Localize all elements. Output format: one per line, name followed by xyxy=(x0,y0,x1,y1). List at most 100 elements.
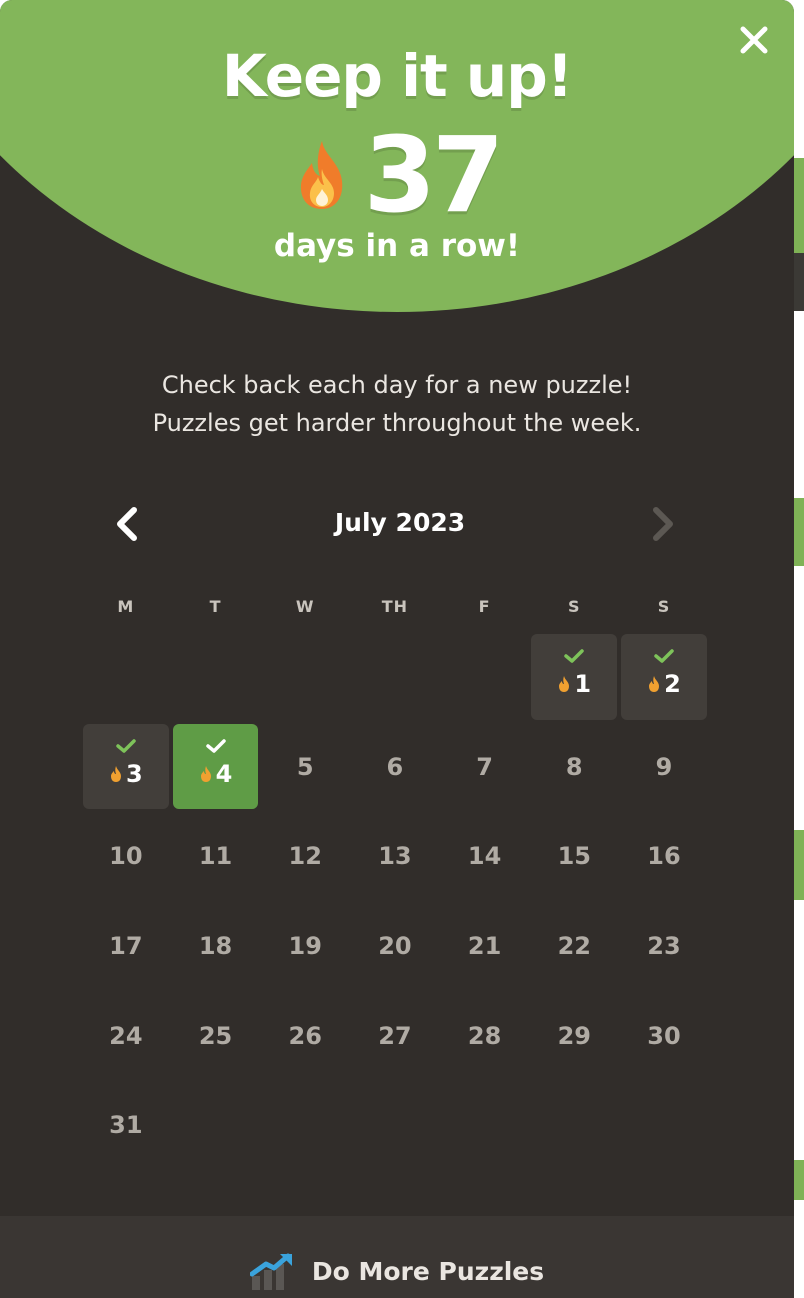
day-cell-completed[interactable]: 3 xyxy=(81,722,171,812)
day-content: 4 xyxy=(199,759,233,788)
streak-counter: 37 xyxy=(0,120,794,230)
day-number: 30 xyxy=(647,1021,681,1050)
day-number: 3 xyxy=(125,759,143,788)
day-cell: 21 xyxy=(440,901,530,991)
check-icon xyxy=(654,649,674,663)
check-icon xyxy=(564,649,585,663)
day-number: 25 xyxy=(198,1021,233,1050)
day-cell-today[interactable]: 4 xyxy=(171,722,261,812)
day-number: 19 xyxy=(288,931,322,960)
day-cell: 14 xyxy=(440,811,530,901)
day-number: 7 xyxy=(476,752,493,781)
day-cell: 12 xyxy=(260,811,350,901)
trending-chart-icon xyxy=(249,1253,292,1290)
day-number: 10 xyxy=(109,842,143,871)
day-cell: 9 xyxy=(619,722,709,812)
day-number: 11 xyxy=(198,842,233,871)
day-cell: 20 xyxy=(350,901,440,991)
calendar-week: 17 18 19 20 21 22 23 xyxy=(81,901,709,991)
day-number: 2 xyxy=(664,669,681,698)
day-cell: 26 xyxy=(260,991,350,1081)
day-cell: 16 xyxy=(619,811,709,901)
day-cell: 17 xyxy=(81,901,171,991)
day-cell: 19 xyxy=(260,901,350,991)
day-number: 6 xyxy=(386,752,404,781)
info-message: Check back each day for a new puzzle! Pu… xyxy=(0,366,794,442)
day-number: 16 xyxy=(647,842,681,871)
modal-title: Keep it up! xyxy=(221,42,573,110)
completed-check xyxy=(529,642,619,663)
weekday-label: S xyxy=(568,597,581,616)
flame-icon xyxy=(110,765,121,782)
calendar-week: 12 xyxy=(81,632,709,722)
do-more-puzzles-button[interactable]: Do More Puzzles xyxy=(0,1252,794,1290)
day-cell: 8 xyxy=(529,722,619,812)
weekday-header: M T W TH F S S xyxy=(81,590,709,626)
empty-day-cell xyxy=(171,632,261,722)
day-cell: 6 xyxy=(350,722,440,812)
day-cell: 5 xyxy=(260,722,350,812)
calendar-week: 10 11 12 13 14 15 16 xyxy=(81,811,709,901)
completed-check xyxy=(171,732,261,753)
day-content: 3 xyxy=(109,760,143,788)
day-number: 28 xyxy=(467,1021,502,1050)
day-cell: 15 xyxy=(529,811,619,901)
completed-check xyxy=(81,732,171,753)
month-label: July 2023 xyxy=(334,508,466,537)
day-number: 13 xyxy=(378,842,412,871)
day-number: 21 xyxy=(467,931,502,960)
day-number: 8 xyxy=(565,752,583,781)
empty-day-cell xyxy=(350,1080,440,1170)
chevron-right-icon xyxy=(653,507,673,541)
check-icon xyxy=(205,738,226,753)
day-cell: 13 xyxy=(350,811,440,901)
streak-modal: Keep it up! 37 days in a row! Check back… xyxy=(0,0,794,1298)
day-number: 5 xyxy=(296,752,314,781)
day-cell-completed[interactable]: 1 xyxy=(529,632,619,722)
weekday-label: TH xyxy=(381,597,409,616)
empty-day-cell xyxy=(350,632,440,722)
footer-bar: Do More Puzzles xyxy=(0,1216,794,1298)
next-month-button xyxy=(642,504,682,544)
day-number: 14 xyxy=(467,842,502,871)
info-line-1: Check back each day for a new puzzle! xyxy=(161,371,633,399)
day-cell: 28 xyxy=(440,991,530,1081)
day-content: 1 xyxy=(557,670,591,698)
weekday-label: F xyxy=(478,597,491,616)
weekday-label: W xyxy=(295,597,315,616)
flame-icon xyxy=(300,141,342,209)
empty-day-cell xyxy=(260,632,350,722)
day-cell-completed[interactable]: 2 xyxy=(619,632,709,722)
calendar-week: 31 xyxy=(81,1080,709,1170)
day-number: 18 xyxy=(198,931,233,960)
day-number: 4 xyxy=(215,759,233,788)
day-cell: 30 xyxy=(619,991,709,1081)
streak-count: 37 xyxy=(363,114,505,236)
calendar-grid: M T W TH F S S 1 2 3 4 5 6 7 8 9 10 11 12 13 14 15 16 17 18 19 20… xyxy=(81,590,709,1170)
day-number: 12 xyxy=(288,842,322,871)
weekday-label: M xyxy=(117,597,135,616)
day-cell: 11 xyxy=(171,811,261,901)
day-number: 29 xyxy=(557,1021,591,1050)
completed-check xyxy=(619,642,709,663)
empty-day-cell xyxy=(529,1080,619,1170)
day-cell: 22 xyxy=(529,901,619,991)
day-cell: 23 xyxy=(619,901,709,991)
check-icon xyxy=(116,738,136,753)
empty-day-cell xyxy=(440,1080,530,1170)
day-cell: 24 xyxy=(81,991,171,1081)
calendar-week: 3 4 5 6 7 8 9 xyxy=(81,722,709,812)
day-number: 9 xyxy=(655,752,673,781)
day-number: 15 xyxy=(557,842,591,871)
day-number: 26 xyxy=(288,1021,322,1050)
info-line-2: Puzzles get harder throughout the week. xyxy=(152,409,642,437)
day-cell: 10 xyxy=(81,811,171,901)
empty-day-cell xyxy=(171,1080,261,1170)
day-number: 23 xyxy=(647,931,681,960)
weekday-label: T xyxy=(209,597,222,616)
day-number: 1 xyxy=(574,669,592,698)
day-number: 31 xyxy=(109,1111,143,1140)
flame-icon xyxy=(200,765,211,782)
day-cell: 27 xyxy=(350,991,440,1081)
day-number: 22 xyxy=(557,931,591,960)
